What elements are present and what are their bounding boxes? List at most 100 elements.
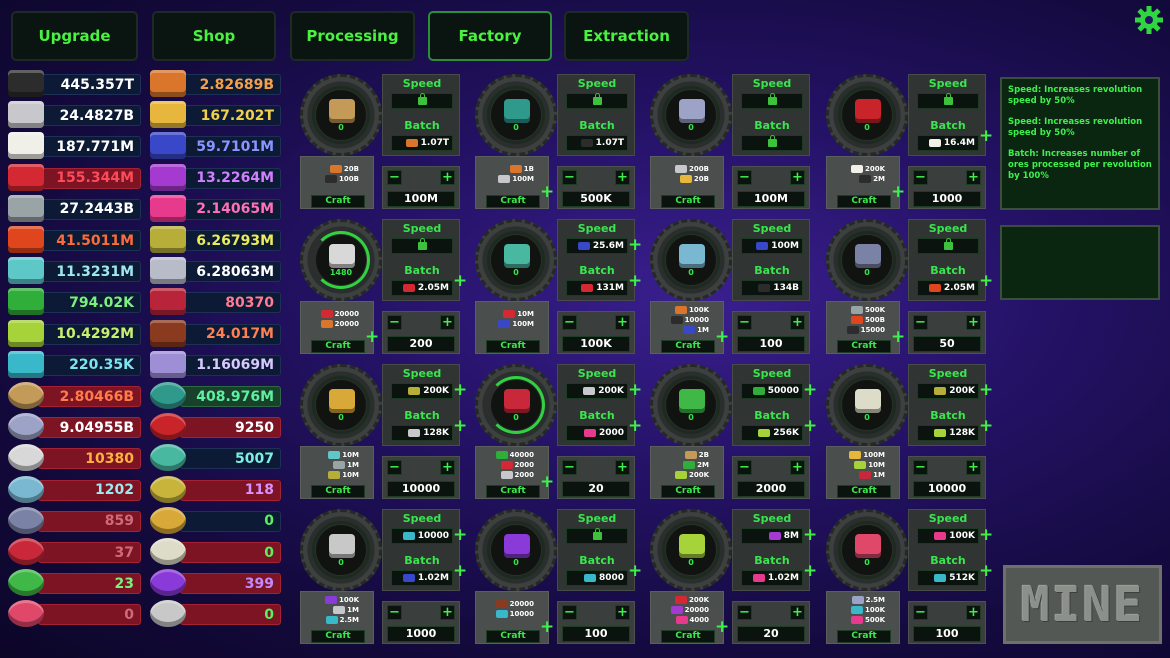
increase-button[interactable]: + xyxy=(440,315,455,330)
batch-plus-icon[interactable]: + xyxy=(803,418,817,435)
craft-plus-icon[interactable]: + xyxy=(540,474,554,491)
increase-button[interactable]: + xyxy=(440,605,455,620)
machine-gear[interactable]: 0 xyxy=(826,364,908,446)
machine-gear[interactable]: 0 xyxy=(300,74,382,156)
tab-upgrade[interactable]: Upgrade xyxy=(11,11,138,61)
craft-button[interactable]: Craft xyxy=(486,485,540,498)
machine-gear[interactable]: 0 xyxy=(475,219,557,301)
decrease-button[interactable]: − xyxy=(562,315,577,330)
decrease-button[interactable]: − xyxy=(562,170,577,185)
increase-button[interactable]: + xyxy=(790,605,805,620)
machine-gear[interactable]: 0 xyxy=(475,364,557,446)
batch-upgrade-button[interactable]: 16.4M xyxy=(917,135,979,151)
increase-button[interactable]: + xyxy=(615,605,630,620)
craft-plus-icon[interactable]: + xyxy=(891,329,905,346)
speed-upgrade-button[interactable]: 50000 xyxy=(741,383,803,399)
batch-upgrade-button[interactable]: 1.07T xyxy=(566,135,628,151)
speed-upgrade-button[interactable] xyxy=(917,238,979,254)
increase-button[interactable]: + xyxy=(790,315,805,330)
tab-factory[interactable]: Factory xyxy=(428,11,552,61)
batch-plus-icon[interactable]: + xyxy=(979,273,993,290)
craft-plus-icon[interactable]: + xyxy=(891,184,905,201)
decrease-button[interactable]: − xyxy=(737,460,752,475)
decrease-button[interactable]: − xyxy=(737,315,752,330)
machine-gear[interactable]: 0 xyxy=(826,219,908,301)
decrease-button[interactable]: − xyxy=(913,170,928,185)
machine-gear[interactable]: 0 xyxy=(475,74,557,156)
craft-plus-icon[interactable]: + xyxy=(540,184,554,201)
craft-plus-icon[interactable]: + xyxy=(365,329,379,346)
batch-plus-icon[interactable]: + xyxy=(628,273,642,290)
batch-upgrade-button[interactable]: 1.07T xyxy=(391,135,453,151)
craft-button[interactable]: Craft xyxy=(311,630,365,643)
machine-gear[interactable]: 1480 xyxy=(300,219,382,301)
batch-plus-icon[interactable]: + xyxy=(979,418,993,435)
batch-upgrade-button[interactable]: 128K xyxy=(391,425,453,441)
batch-upgrade-button[interactable]: 256K xyxy=(741,425,803,441)
batch-upgrade-button[interactable]: 2000 xyxy=(566,425,628,441)
batch-plus-icon[interactable]: + xyxy=(628,563,642,580)
decrease-button[interactable]: − xyxy=(387,460,402,475)
batch-plus-icon[interactable]: + xyxy=(628,418,642,435)
decrease-button[interactable]: − xyxy=(562,460,577,475)
machine-gear[interactable]: 0 xyxy=(300,364,382,446)
batch-upgrade-button[interactable]: 134B xyxy=(741,280,803,296)
speed-upgrade-button[interactable]: 100K xyxy=(917,528,979,544)
increase-button[interactable]: + xyxy=(615,460,630,475)
speed-upgrade-button[interactable]: 25.6M xyxy=(566,238,628,254)
speed-upgrade-button[interactable] xyxy=(566,93,628,109)
increase-button[interactable]: + xyxy=(790,170,805,185)
craft-button[interactable]: Craft xyxy=(837,630,891,643)
increase-button[interactable]: + xyxy=(615,315,630,330)
increase-button[interactable]: + xyxy=(440,170,455,185)
batch-upgrade-button[interactable]: 1.02M xyxy=(391,570,453,586)
decrease-button[interactable]: − xyxy=(387,315,402,330)
craft-plus-icon[interactable]: + xyxy=(715,329,729,346)
speed-plus-icon[interactable]: + xyxy=(628,382,642,399)
increase-button[interactable]: + xyxy=(615,170,630,185)
speed-upgrade-button[interactable]: 10000 xyxy=(391,528,453,544)
batch-plus-icon[interactable]: + xyxy=(803,563,817,580)
batch-upgrade-button[interactable]: 2.05M xyxy=(391,280,453,296)
tab-shop[interactable]: Shop xyxy=(152,11,276,61)
decrease-button[interactable]: − xyxy=(562,605,577,620)
speed-plus-icon[interactable]: + xyxy=(453,527,467,544)
decrease-button[interactable]: − xyxy=(387,170,402,185)
decrease-button[interactable]: − xyxy=(913,315,928,330)
speed-plus-icon[interactable]: + xyxy=(628,237,642,254)
batch-upgrade-button[interactable]: 131M xyxy=(566,280,628,296)
craft-button[interactable]: Craft xyxy=(837,195,891,208)
increase-button[interactable]: + xyxy=(790,460,805,475)
speed-upgrade-button[interactable]: 100M xyxy=(741,238,803,254)
craft-button[interactable]: Craft xyxy=(486,340,540,353)
craft-button[interactable]: Craft xyxy=(661,630,715,643)
speed-upgrade-button[interactable] xyxy=(741,93,803,109)
batch-upgrade-button[interactable]: 512K xyxy=(917,570,979,586)
batch-plus-icon[interactable]: + xyxy=(453,563,467,580)
tab-extraction[interactable]: Extraction xyxy=(564,11,689,61)
batch-upgrade-button[interactable] xyxy=(741,135,803,151)
decrease-button[interactable]: − xyxy=(737,605,752,620)
batch-upgrade-button[interactable]: 2.05M xyxy=(917,280,979,296)
speed-upgrade-button[interactable] xyxy=(391,93,453,109)
decrease-button[interactable]: − xyxy=(913,460,928,475)
speed-upgrade-button[interactable] xyxy=(391,238,453,254)
decrease-button[interactable]: − xyxy=(913,605,928,620)
speed-plus-icon[interactable]: + xyxy=(453,382,467,399)
craft-button[interactable]: Craft xyxy=(311,485,365,498)
batch-upgrade-button[interactable]: 1.02M xyxy=(741,570,803,586)
increase-button[interactable]: + xyxy=(440,460,455,475)
craft-button[interactable]: Craft xyxy=(486,630,540,643)
speed-upgrade-button[interactable]: 200K xyxy=(917,383,979,399)
mine-button[interactable]: MINE xyxy=(1003,565,1162,644)
craft-button[interactable]: Craft xyxy=(311,195,365,208)
batch-upgrade-button[interactable]: 8000 xyxy=(566,570,628,586)
craft-button[interactable]: Craft xyxy=(661,340,715,353)
speed-plus-icon[interactable]: + xyxy=(803,527,817,544)
increase-button[interactable]: + xyxy=(966,460,981,475)
speed-upgrade-button[interactable]: 200K xyxy=(566,383,628,399)
craft-button[interactable]: Craft xyxy=(837,340,891,353)
speed-plus-icon[interactable]: + xyxy=(803,382,817,399)
craft-plus-icon[interactable]: + xyxy=(715,619,729,636)
machine-gear[interactable]: 0 xyxy=(650,364,732,446)
